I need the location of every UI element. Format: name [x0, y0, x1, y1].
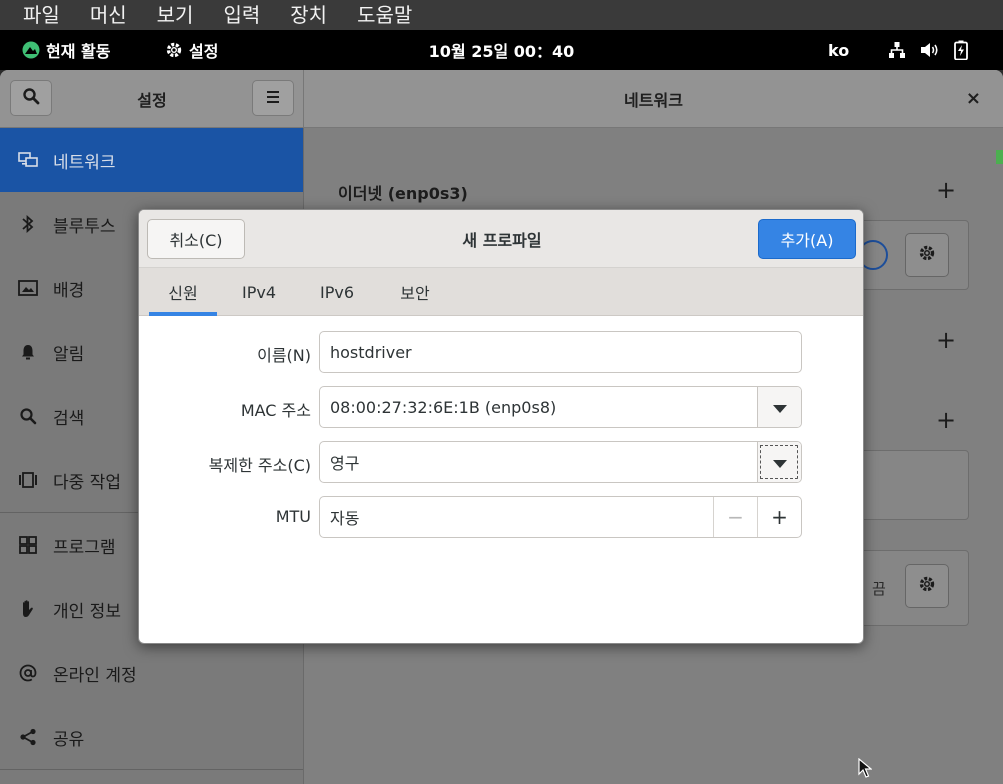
add-vpn-button[interactable]: +	[936, 328, 956, 352]
activities-icon	[22, 41, 40, 59]
add-proxy-button[interactable]: +	[936, 408, 956, 432]
mouse-cursor-icon	[858, 757, 873, 782]
sidebar-item-label: 공유	[53, 729, 85, 750]
cloned-address-value: 영구	[330, 454, 360, 473]
volume-icon	[920, 41, 940, 59]
panel-title: 네트워크	[624, 91, 683, 110]
mac-label: MAC 주소	[240, 401, 311, 420]
activities-label: 현재 활동	[46, 42, 111, 61]
name-label: 이름(N)	[257, 346, 311, 365]
mac-value: 08:00:27:32:6E:1B (enp0s8)	[330, 397, 557, 417]
mtu-increment-button[interactable]: +	[757, 497, 801, 537]
privacy-hand-icon	[18, 599, 38, 619]
mtu-value: 자동	[330, 509, 360, 528]
sidebar-item-label: 알림	[53, 344, 85, 365]
cloned-address-combo[interactable]: 영구	[319, 441, 802, 483]
sidebar-item-label: 개인 정보	[53, 601, 121, 622]
multitasking-icon	[18, 470, 38, 490]
add-ethernet-button[interactable]: +	[936, 178, 956, 202]
proxy-status: 끔	[872, 580, 886, 598]
vbox-menu-help[interactable]: 도움말	[342, 0, 427, 30]
hamburger-icon	[265, 89, 281, 108]
dialog-header: 취소(C) 새 프로파일 추가(A)	[139, 210, 863, 268]
dialog-title: 새 프로파일	[462, 231, 542, 250]
gear-icon	[918, 244, 936, 266]
add-button[interactable]: 추가(A)	[758, 219, 856, 259]
app-menu-button[interactable]: 설정	[165, 30, 218, 70]
bluetooth-icon	[18, 214, 38, 234]
vbox-menu-input[interactable]: 입력	[208, 0, 275, 30]
main-menu-button[interactable]	[252, 80, 294, 116]
gnome-top-bar: 현재 활동 설정 10월 25일 00：40 ko	[0, 30, 1003, 70]
vbox-menu-machine[interactable]: 머신	[75, 0, 142, 30]
gear-icon	[165, 41, 183, 59]
clock-container: 10월 25일 00：40	[0, 30, 1003, 70]
tab-security[interactable]: 보안	[385, 268, 445, 316]
content-headerbar: 네트워크 ×	[304, 70, 1003, 128]
sidebar-item-label: 온라인 계정	[53, 665, 137, 686]
background-icon	[18, 278, 38, 298]
name-value: hostdriver	[330, 342, 412, 362]
vbox-menu-file[interactable]: 파일	[8, 0, 75, 30]
network-wired-icon	[888, 41, 906, 59]
mtu-spinbutton[interactable]: 자동 − +	[319, 496, 802, 538]
app-menu-label: 설정	[189, 42, 219, 61]
background-edge	[996, 150, 1003, 164]
input-language[interactable]: ko	[828, 30, 849, 70]
cloned-dropdown-button[interactable]	[757, 442, 801, 482]
sidebar-item-label: 프로그램	[53, 537, 116, 558]
sidebar-item-label: 다중 작업	[53, 472, 121, 493]
share-icon	[18, 727, 38, 747]
sidebar-item-network[interactable]: 네트워크	[0, 128, 303, 192]
sidebar-item-sharing[interactable]: 공유	[0, 705, 303, 769]
ethernet-settings-button[interactable]	[905, 233, 949, 277]
vbox-menu-devices[interactable]: 장치	[275, 0, 342, 30]
sidebar-item-label: 네트워크	[53, 152, 116, 173]
sidebar-separator	[0, 769, 303, 770]
dialog-tabs: 신원 IPv4 IPv6 보안	[139, 268, 863, 316]
vbox-menubar: 파일 머신 보기 입력 장치 도움말	[0, 0, 1003, 30]
proxy-settings-button[interactable]	[905, 564, 949, 608]
mac-dropdown-button[interactable]	[757, 387, 801, 427]
ethernet-section-title: 이더넷 (enp0s3)	[338, 184, 468, 203]
mtu-label: MTU	[275, 507, 311, 526]
at-icon	[18, 663, 38, 683]
tab-ipv6[interactable]: IPv6	[307, 268, 367, 316]
network-icon	[18, 150, 38, 170]
tab-identity[interactable]: 신원	[149, 268, 217, 316]
search-icon	[18, 406, 38, 426]
bell-icon	[18, 342, 38, 362]
apps-icon	[18, 535, 38, 555]
mac-address-combo[interactable]: 08:00:27:32:6E:1B (enp0s8)	[319, 386, 802, 428]
chevron-down-icon	[772, 398, 787, 417]
cloned-address-label: 복제한 주소(C)	[208, 456, 311, 475]
activities-button[interactable]: 현재 활동	[22, 30, 110, 70]
new-profile-dialog: 취소(C) 새 프로파일 추가(A) 신원 IPv4 IPv6 보안 이름(N)…	[138, 209, 864, 644]
sidebar-item-label: 배경	[53, 280, 85, 301]
clock[interactable]: 10월 25일 00：40	[429, 38, 575, 62]
system-tray[interactable]	[888, 30, 968, 70]
cancel-button[interactable]: 취소(C)	[147, 219, 245, 259]
name-field[interactable]: hostdriver	[319, 331, 802, 373]
vbox-menu-view[interactable]: 보기	[142, 0, 209, 30]
gear-icon	[918, 575, 936, 597]
chevron-down-icon	[772, 453, 787, 472]
battery-charging-icon	[954, 40, 968, 60]
mtu-decrement-button[interactable]: −	[713, 497, 757, 537]
sidebar-item-online-accounts[interactable]: 온라인 계정	[0, 641, 303, 705]
sidebar-item-label: 검색	[53, 408, 85, 429]
close-button[interactable]: ×	[966, 88, 981, 109]
sidebar-headerbar: 설정	[0, 70, 304, 128]
tab-ipv4[interactable]: IPv4	[229, 268, 289, 316]
sidebar-item-label: 블루투스	[53, 216, 116, 237]
